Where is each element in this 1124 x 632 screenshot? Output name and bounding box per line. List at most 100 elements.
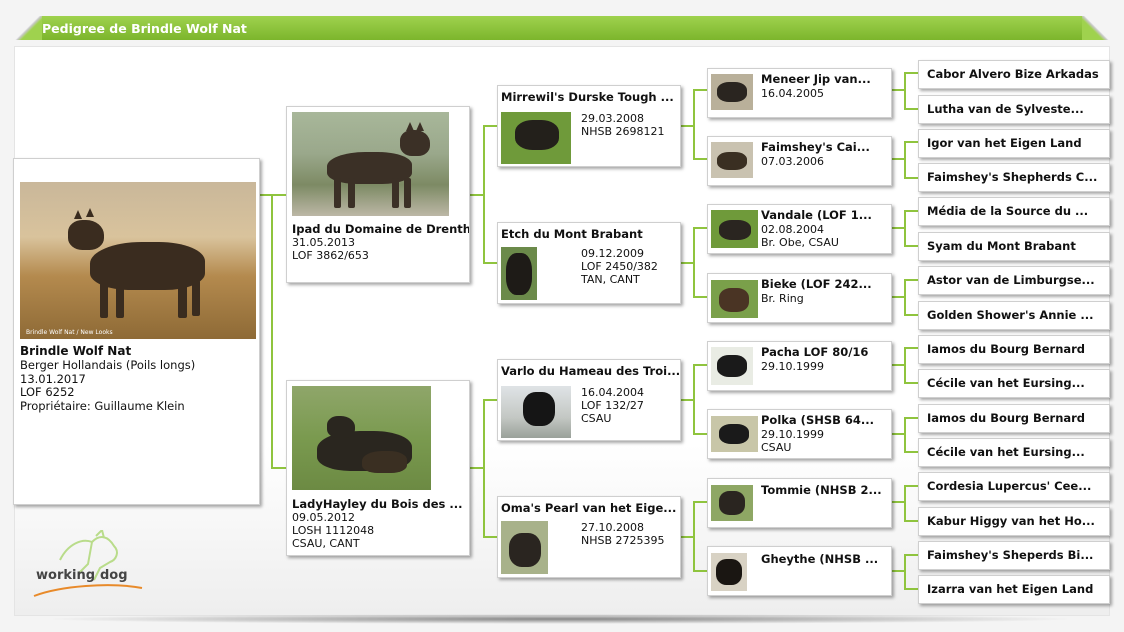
gg-grandparent-name: Astor van de Limburgse... <box>927 273 1095 287</box>
photo-watermark: Brindle Wolf Nat / New Looks <box>26 329 113 336</box>
great-grandparent-details: 29.10.1999 <box>761 360 824 373</box>
gg-grandparent-card[interactable]: Faimshey's Shepherds C... <box>918 163 1110 192</box>
gg-grandparent-name: Igor van het Eigen Land <box>927 136 1082 150</box>
gg-grandparent-card[interactable]: Lutha van de Sylveste... <box>918 95 1110 124</box>
gg-grandparent-name: Lutha van de Sylveste... <box>927 102 1084 116</box>
grandparent-details: 29.03.2008 NHSB 2698121 <box>581 112 665 138</box>
connector-parent-1 <box>470 125 497 264</box>
gg-grandparent-name: Iamos du Bourg Bernard <box>927 342 1086 356</box>
great-grandparent-name: Faimshey's Cai... <box>761 140 870 154</box>
gg-grandparent-name: Cabor Alvero Bize Arkadas <box>927 67 1099 81</box>
grandparent-photo <box>501 112 571 164</box>
grandparent-name: Etch du Mont Brabant <box>501 227 643 241</box>
connector-ggp-6 <box>892 417 918 453</box>
gg-grandparent-card[interactable]: Cordesia Lupercus' Cee... <box>918 472 1110 501</box>
dog-silhouette-icon <box>312 122 442 212</box>
great-grandparent-photo <box>711 210 758 248</box>
grandparent-photo <box>501 247 537 300</box>
gg-grandparent-card[interactable]: Cécile van het Eursing... <box>918 369 1110 398</box>
great-grandparent-photo <box>711 280 758 318</box>
great-grandparent-details: 16.04.2005 <box>761 87 824 100</box>
great-grandparent-card[interactable]: Gheythe (NHSB ... <box>707 546 892 596</box>
gg-grandparent-card[interactable]: Iamos du Bourg Bernard <box>918 404 1110 433</box>
parent-details: 09.05.2012 LOSH 1112048 CSAU, CANT <box>292 511 374 550</box>
gg-grandparent-name: Faimshey's Shepherds C... <box>927 170 1098 184</box>
grandparent-photo <box>501 521 548 574</box>
gg-grandparent-card[interactable]: Cécile van het Eursing... <box>918 438 1110 467</box>
parent-card-sire[interactable]: Ipad du Domaine de Drenthe 31.05.2013 LO… <box>286 106 470 283</box>
great-grandparent-card[interactable]: Tommie (NHSB 2... <box>707 478 892 528</box>
connector-gp-2 <box>681 227 707 298</box>
grandparent-name: Mirrewil's Durske Tough ... <box>501 90 674 104</box>
great-grandparent-name: Bieke (LOF 242... <box>761 277 872 291</box>
grandparent-card[interactable]: Mirrewil's Durske Tough ... 29.03.2008 N… <box>497 85 681 167</box>
connector-ggp-4 <box>892 279 918 316</box>
subject-breed: Berger Hollandais (Poils longs) <box>20 358 196 372</box>
great-grandparent-details: Br. Ring <box>761 292 804 305</box>
great-grandparent-photo <box>711 485 753 521</box>
great-grandparent-card[interactable]: Faimshey's Cai... 07.03.2006 <box>707 136 892 186</box>
connector-ggp-7 <box>892 485 918 522</box>
gg-grandparent-card[interactable]: Astor van de Limburgse... <box>918 266 1110 295</box>
grandparent-details: 09.12.2009 LOF 2450/382 TAN, CANT <box>581 247 658 286</box>
connector-ggp-2 <box>892 141 918 179</box>
grandparent-card[interactable]: Varlo du Hameau des Troi... 16.04.2004 L… <box>497 359 681 441</box>
parent-details: 31.05.2013 LOF 3862/653 <box>292 236 369 262</box>
subject-details: Berger Hollandais (Poils longs) 13.01.20… <box>20 358 196 413</box>
parent-card-dam[interactable]: LadyHayley du Bois des ... 09.05.2012 LO… <box>286 380 470 556</box>
grandparent-details: 27.10.2008 NHSB 2725395 <box>581 521 665 547</box>
subject-card[interactable]: Brindle Wolf Nat / New Looks Brindle Wol… <box>13 158 260 505</box>
gg-grandparent-card[interactable]: Igor van het Eigen Land <box>918 129 1110 158</box>
great-grandparent-card[interactable]: Polka (SHSB 64... 29.10.1999 CSAU <box>707 409 892 459</box>
logo-text-dog: dog <box>100 568 128 583</box>
parent-registry: LOSH 1112048 <box>292 524 375 537</box>
grandparent-card[interactable]: Oma's Pearl van het Eige... 27.10.2008 N… <box>497 496 681 578</box>
great-grandparent-photo <box>711 416 758 452</box>
grandparent-card[interactable]: Etch du Mont Brabant 09.12.2009 LOF 2450… <box>497 222 681 304</box>
connector-ggp-5 <box>892 347 918 384</box>
gg-grandparent-name: Cordesia Lupercus' Cee... <box>927 479 1092 493</box>
gg-grandparent-name: Cécile van het Eursing... <box>927 376 1085 390</box>
gg-grandparent-name: Cécile van het Eursing... <box>927 445 1085 459</box>
connector-gp-3 <box>681 364 707 435</box>
gg-grandparent-card[interactable]: Syam du Mont Brabant <box>918 232 1110 261</box>
dog-silhouette-icon <box>60 202 220 322</box>
subject-photo: Brindle Wolf Nat / New Looks <box>20 182 256 339</box>
gg-grandparent-name: Golden Shower's Annie ... <box>927 308 1094 322</box>
great-grandparent-name: Polka (SHSB 64... <box>761 413 875 427</box>
gg-grandparent-name: Kabur Higgy van het Ho... <box>927 514 1095 528</box>
page-frame: Pedigree de Brindle Wolf Nat Brindle Wol… <box>0 0 1124 632</box>
subject-name: Brindle Wolf Nat <box>20 344 132 358</box>
great-grandparent-name: Meneer Jip van... <box>761 72 871 86</box>
connector-ggp-3 <box>892 210 918 247</box>
gg-grandparent-card[interactable]: Faimshey's Sheperds Bi... <box>918 541 1110 570</box>
gg-grandparent-card[interactable]: Cabor Alvero Bize Arkadas <box>918 60 1110 89</box>
grandparent-name: Oma's Pearl van het Eige... <box>501 501 677 515</box>
gg-grandparent-name: Faimshey's Sheperds Bi... <box>927 548 1094 562</box>
connector-subject <box>260 194 286 469</box>
connector-parent-2 <box>470 399 497 538</box>
gg-grandparent-card[interactable]: Golden Shower's Annie ... <box>918 301 1110 330</box>
great-grandparent-card[interactable]: Pacha LOF 80/16 29.10.1999 <box>707 341 892 391</box>
great-grandparent-photo <box>711 74 753 110</box>
gg-grandparent-card[interactable]: Kabur Higgy van het Ho... <box>918 507 1110 536</box>
grandparent-details: 16.04.2004 LOF 132/27 CSAU <box>581 386 644 425</box>
gg-grandparent-card[interactable]: Média de la Source du ... <box>918 197 1110 226</box>
connector-gp-4 <box>681 501 707 572</box>
working-dog-logo[interactable]: working dog <box>30 528 150 605</box>
parent-photo <box>292 112 449 216</box>
gg-grandparent-name: Média de la Source du ... <box>927 204 1089 218</box>
great-grandparent-details: 02.08.2004 Br. Obe, CSAU <box>761 223 839 249</box>
logo-text-working: working <box>36 568 96 583</box>
great-grandparent-photo <box>711 347 753 385</box>
great-grandparent-name: Gheythe (NHSB ... <box>761 552 879 566</box>
great-grandparent-card[interactable]: Bieke (LOF 242... Br. Ring <box>707 273 892 323</box>
gg-grandparent-card[interactable]: Iamos du Bourg Bernard <box>918 335 1110 364</box>
parent-photo <box>292 386 431 490</box>
great-grandparent-name: Tommie (NHSB 2... <box>761 483 882 497</box>
gg-grandparent-card[interactable]: Izarra van het Eigen Land <box>918 575 1110 604</box>
great-grandparent-card[interactable]: Vandale (LOF 1... 02.08.2004 Br. Obe, CS… <box>707 204 892 254</box>
great-grandparent-card[interactable]: Meneer Jip van... 16.04.2005 <box>707 68 892 118</box>
great-grandparent-name: Vandale (LOF 1... <box>761 208 872 222</box>
great-grandparent-name: Pacha LOF 80/16 <box>761 345 869 359</box>
